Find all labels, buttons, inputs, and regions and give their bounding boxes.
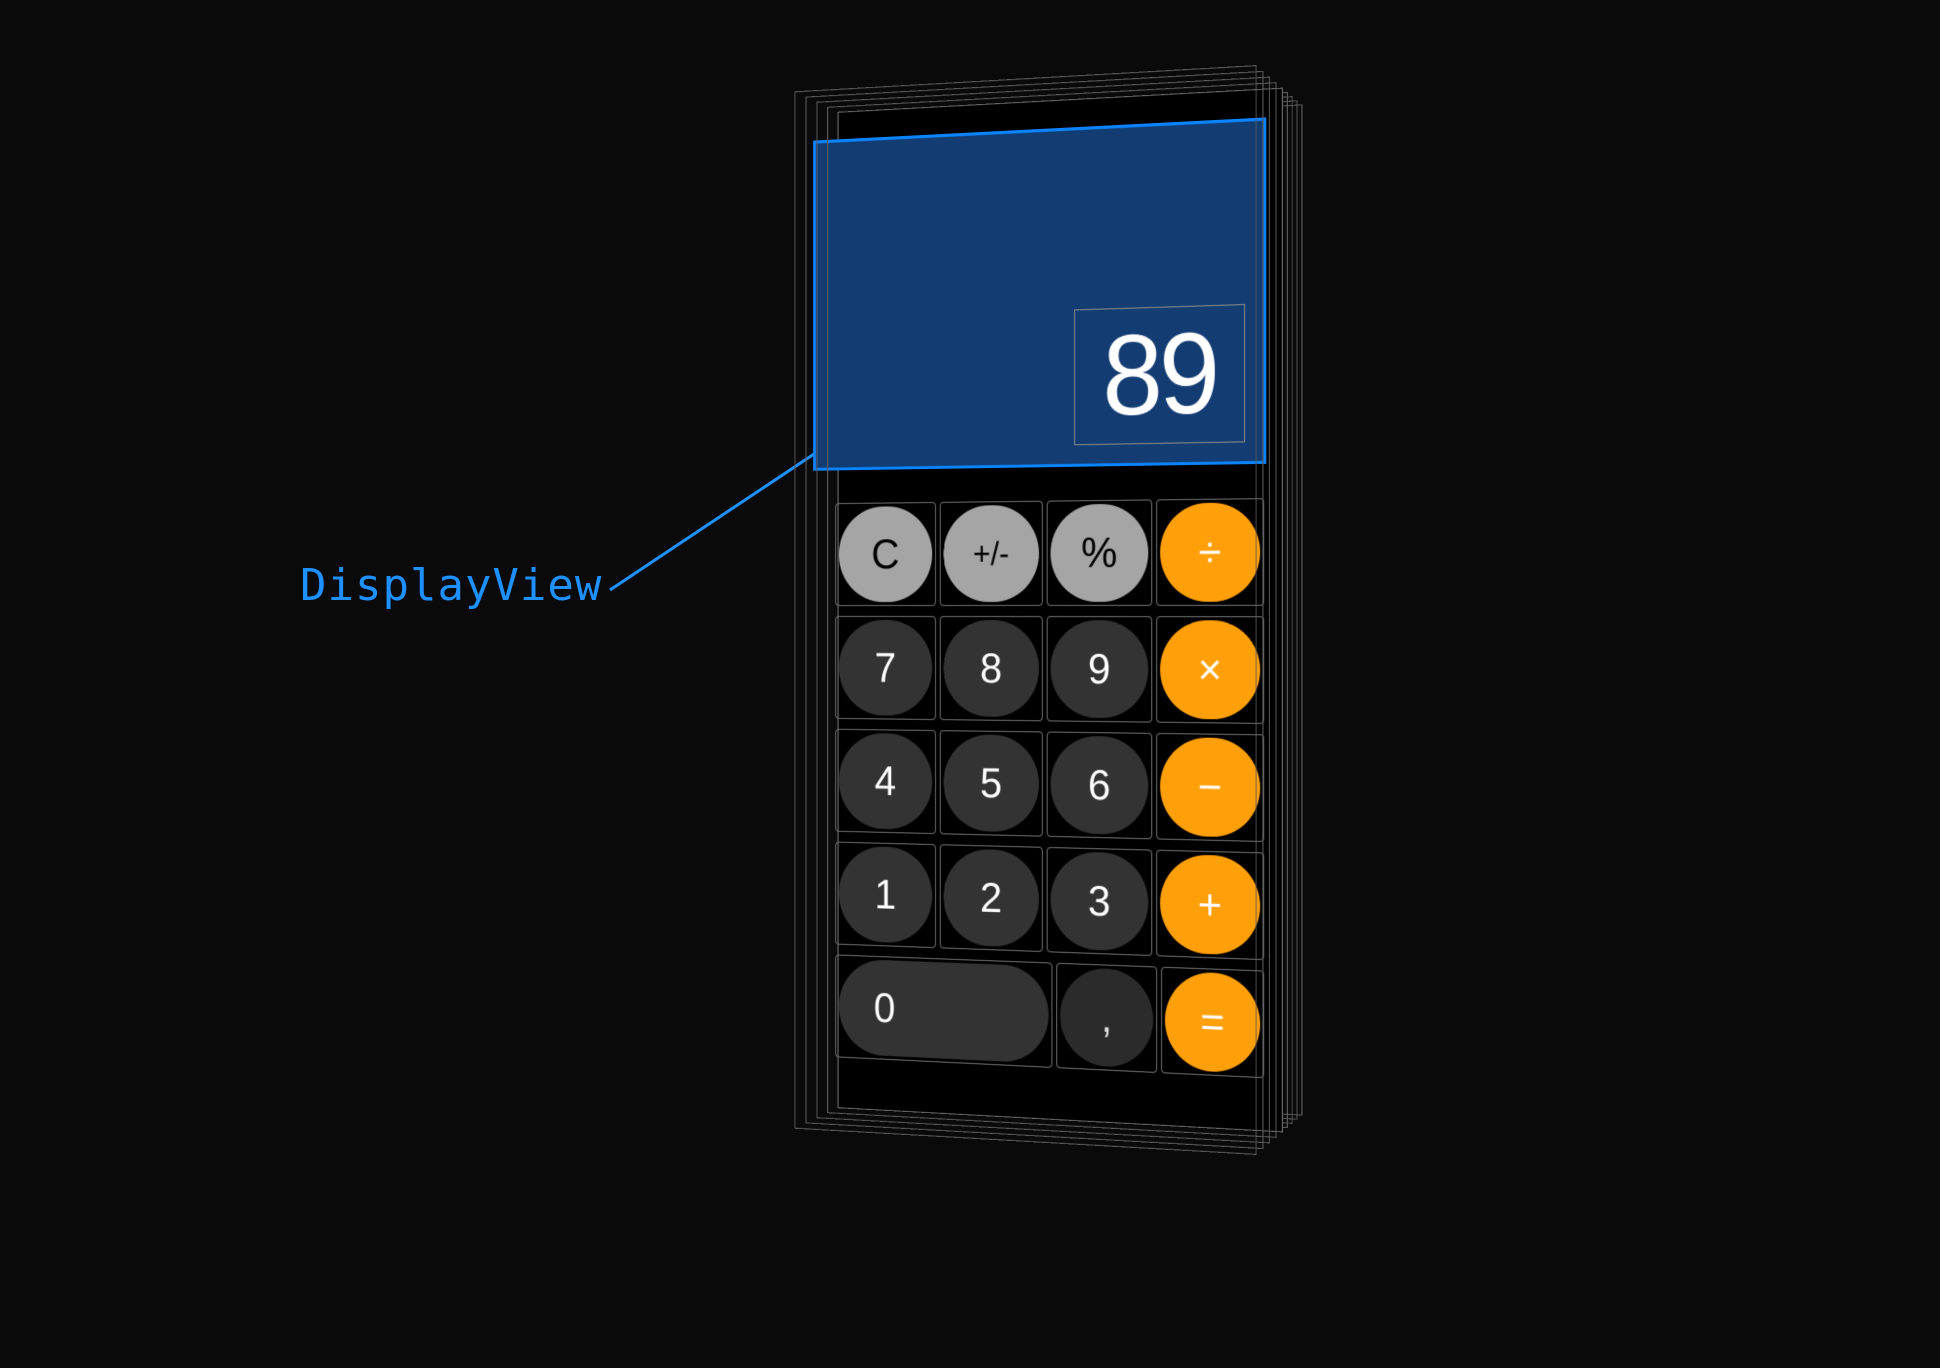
calculator-exploded-view: 89 C +/- % ÷ 7 8 9 × 4	[820, 100, 1290, 1120]
view-layer-wire	[794, 65, 1256, 1155]
displayview-annotation-label: DisplayView	[300, 560, 602, 611]
diagram-stage: DisplayView 89 C +/- % ÷	[0, 0, 1940, 1368]
